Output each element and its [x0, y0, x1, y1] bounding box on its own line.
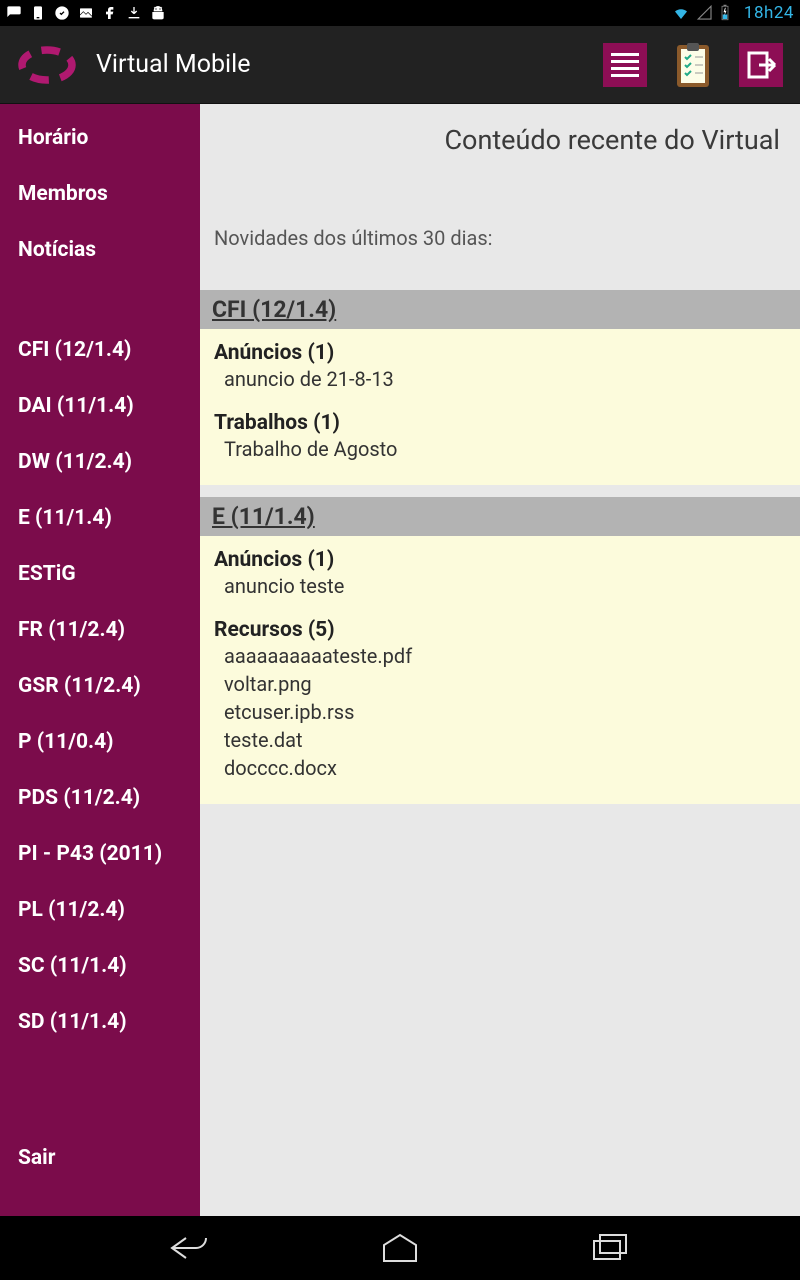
sidebar: HorárioMembrosNotícias CFI (12/1.4)DAI (…: [0, 104, 200, 1216]
android-icon: [150, 5, 166, 21]
status-bar: 18h24: [0, 0, 800, 26]
image-icon: [78, 5, 94, 21]
sidebar-item-top[interactable]: Membros: [0, 166, 200, 222]
download-icon: [30, 5, 46, 21]
system-nav-bar: [0, 1216, 800, 1280]
page-title: Conteúdo recente do Virtual: [200, 104, 800, 166]
sidebar-item-course[interactable]: PDS (11/2.4): [0, 770, 200, 826]
list-item[interactable]: teste.dat: [214, 726, 786, 754]
list-item[interactable]: anuncio de 21-8-13: [214, 365, 786, 393]
sidebar-item-course[interactable]: P (11/0.4): [0, 714, 200, 770]
list-item[interactable]: etcuser.ipb.rss: [214, 698, 786, 726]
home-button[interactable]: [370, 1228, 430, 1268]
status-right-icons: 18h24: [672, 3, 794, 23]
recent-apps-button[interactable]: [580, 1228, 640, 1268]
group-title: Recursos (5): [214, 618, 786, 642]
list-item[interactable]: docccc.docx: [214, 754, 786, 782]
app-title: Virtual Mobile: [96, 50, 250, 79]
sidebar-item-course[interactable]: SC (11/1.4): [0, 938, 200, 994]
section-body: Anúncios (1)anuncio teste Recursos (5)aaa…: [200, 536, 800, 804]
sidebar-item-course[interactable]: PI - P43 (2011): [0, 826, 200, 882]
list-item[interactable]: anuncio teste: [214, 572, 786, 600]
sidebar-item-course[interactable]: DAI (11/1.4): [0, 378, 200, 434]
group-title: Anúncios (1): [214, 341, 786, 365]
wifi-icon: [672, 4, 690, 22]
download-arrow-icon: [126, 5, 142, 21]
sidebar-item-exit[interactable]: Sair: [0, 1130, 200, 1186]
section-header[interactable]: CFI (12/1.4): [200, 290, 800, 329]
group-title: Trabalhos (1): [214, 411, 786, 435]
menu-list-button[interactable]: [598, 38, 652, 92]
check-circle-icon: [54, 5, 70, 21]
sidebar-item-course[interactable]: SD (11/1.4): [0, 994, 200, 1050]
facebook-icon: [102, 5, 118, 21]
sidebar-item-course[interactable]: GSR (11/2.4): [0, 658, 200, 714]
section-body: Anúncios (1)anuncio de 21-8-13 Trabalhos …: [200, 329, 800, 485]
action-bar: Virtual Mobile: [0, 26, 800, 104]
sidebar-item-course[interactable]: CFI (12/1.4): [0, 322, 200, 378]
sidebar-item-top[interactable]: Horário: [0, 110, 200, 166]
main-content: Conteúdo recente do Virtual Novidades do…: [200, 104, 800, 1216]
page-subtitle: Novidades dos últimos 30 dias:: [200, 166, 800, 290]
sidebar-item-course[interactable]: ESTiG: [0, 546, 200, 602]
sidebar-item-course[interactable]: FR (11/2.4): [0, 602, 200, 658]
sidebar-item-course[interactable]: DW (11/2.4): [0, 434, 200, 490]
sidebar-item-top[interactable]: Notícias: [0, 222, 200, 278]
status-left-icons: [6, 5, 166, 21]
sidebar-item-course[interactable]: E (11/1.4): [0, 490, 200, 546]
back-button[interactable]: [160, 1228, 220, 1268]
clock: 18h24: [744, 3, 794, 23]
sidebar-item-course[interactable]: PL (11/2.4): [0, 882, 200, 938]
list-item[interactable]: voltar.png: [214, 670, 786, 698]
list-item[interactable]: Trabalho de Agosto: [214, 435, 786, 463]
signal-icon: [696, 4, 714, 22]
app-logo-icon[interactable]: [12, 40, 82, 90]
exit-button[interactable]: [734, 38, 788, 92]
clipboard-button[interactable]: [666, 38, 720, 92]
battery-icon: [720, 4, 738, 22]
notification-icon: [6, 5, 22, 21]
group-title: Anúncios (1): [214, 548, 786, 572]
list-item[interactable]: aaaaaaaaaateste.pdf: [214, 642, 786, 670]
section-header[interactable]: E (11/1.4): [200, 497, 800, 536]
